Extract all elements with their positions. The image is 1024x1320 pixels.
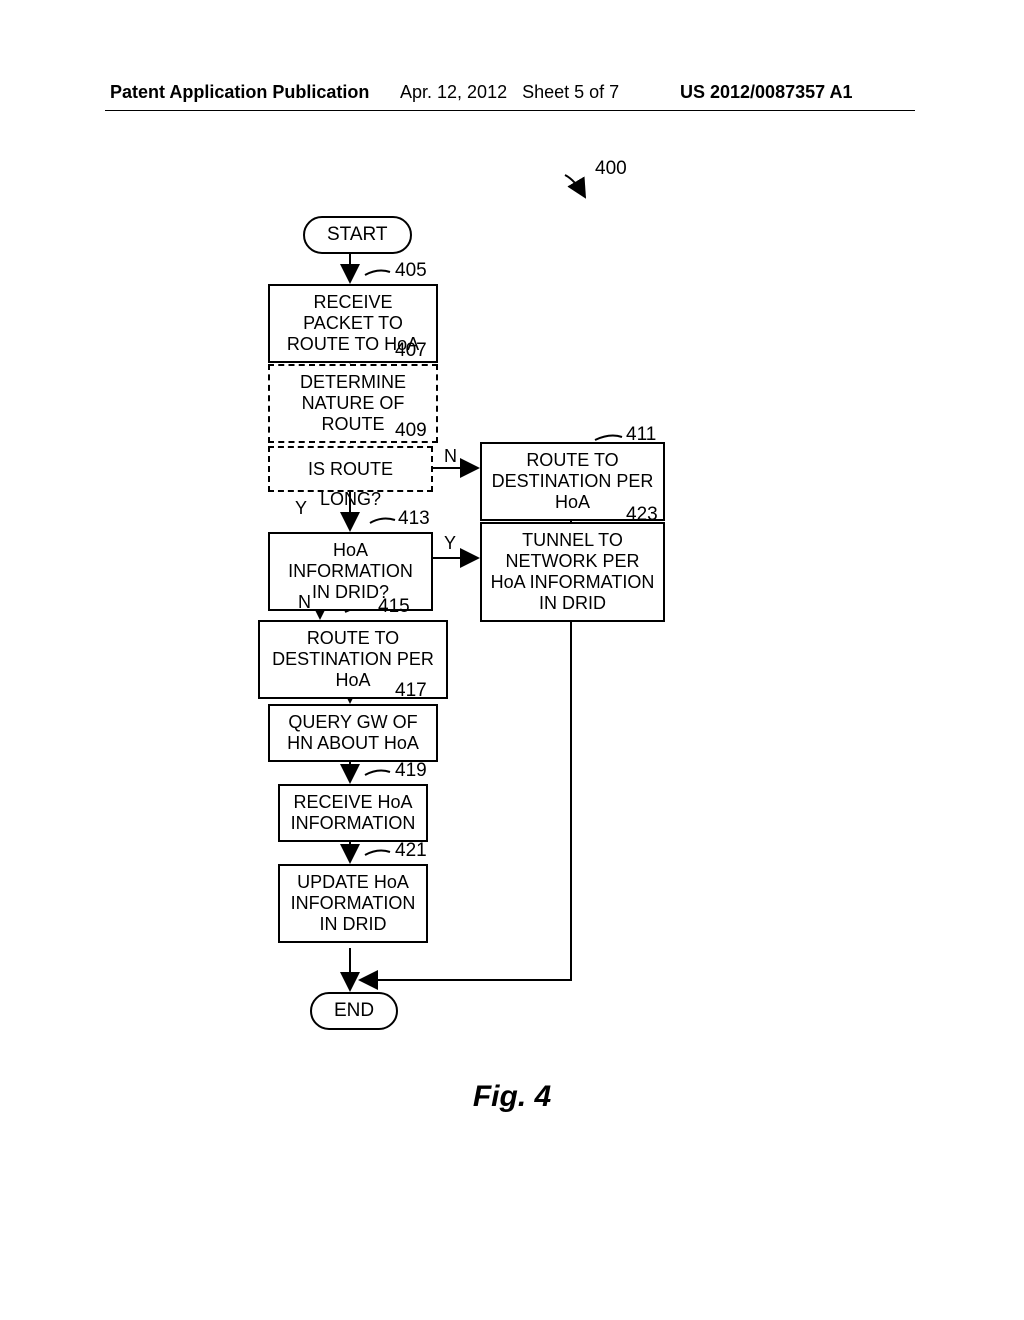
step-421-text: UPDATE HoA INFORMATION IN DRID (291, 872, 416, 934)
step-407-text: DETERMINE NATURE OF ROUTE (300, 372, 406, 434)
header-date: Apr. 12, 2012 Sheet 5 of 7 (400, 82, 619, 103)
ref-411: 411 (626, 424, 656, 446)
step-421: UPDATE HoA INFORMATION IN DRID (278, 864, 428, 943)
label-y-409: Y (295, 498, 307, 519)
ref-423: 423 (626, 504, 658, 526)
ref-417: 417 (395, 680, 427, 702)
start-terminator: START (303, 216, 412, 254)
label-n-409: N (444, 446, 457, 467)
step-417-text: QUERY GW OF HN ABOUT HoA (287, 712, 419, 753)
step-423: TUNNEL TO NETWORK PER HoA INFORMATION IN… (480, 522, 665, 622)
ref-419: 419 (395, 760, 427, 782)
label-n-413: N (298, 592, 311, 613)
figure-caption: Fig. 4 (0, 1080, 1024, 1114)
end-terminator: END (310, 992, 398, 1030)
start-label: START (327, 224, 388, 245)
ref-415: 415 (378, 596, 410, 618)
header-sheet: Sheet 5 of 7 (522, 82, 619, 102)
header-rule (105, 110, 915, 111)
step-417: QUERY GW OF HN ABOUT HoA (268, 704, 438, 762)
step-419: RECEIVE HoA INFORMATION (278, 784, 428, 842)
step-411-text: ROUTE TO DESTINATION PER HoA (492, 450, 654, 512)
step-419-text: RECEIVE HoA INFORMATION (291, 792, 416, 833)
step-423-text: TUNNEL TO NETWORK PER HoA INFORMATION IN… (491, 530, 655, 613)
end-label: END (334, 1000, 374, 1021)
header-date-text: Apr. 12, 2012 (400, 82, 507, 102)
ref-405: 405 (395, 260, 427, 282)
label-y-413: Y (444, 533, 456, 554)
ref-409: 409 (395, 420, 427, 442)
header-left: Patent Application Publication (110, 82, 369, 103)
header-docnum: US 2012/0087357 A1 (680, 82, 852, 103)
flowchart-arrows (0, 0, 1024, 1320)
page: Patent Application Publication Apr. 12, … (0, 0, 1024, 1320)
ref-400: 400 (595, 158, 627, 180)
ref-421: 421 (395, 840, 427, 862)
decision-409: IS ROUTE LONG? (268, 446, 433, 492)
ref-413: 413 (398, 508, 430, 530)
decision-409-text: IS ROUTE LONG? (308, 459, 393, 509)
ref-407: 407 (395, 340, 427, 362)
